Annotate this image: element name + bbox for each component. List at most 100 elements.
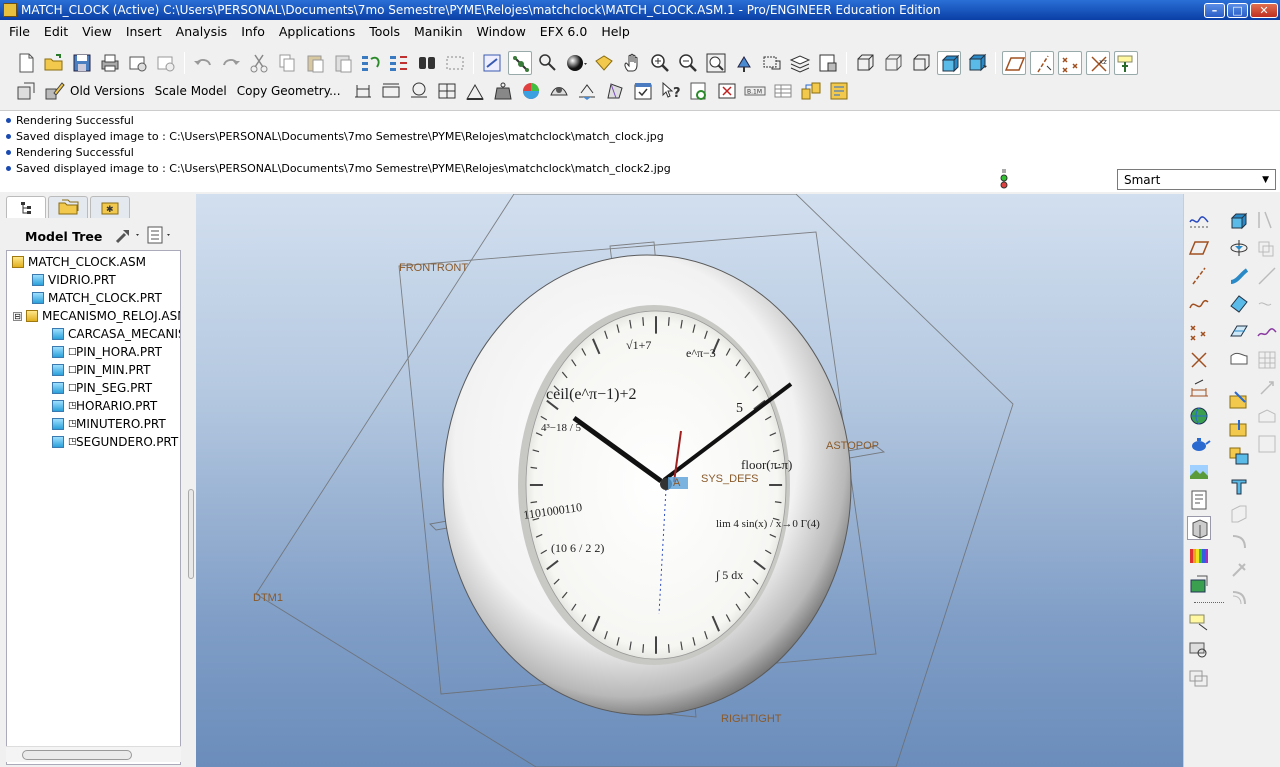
check-box-icon[interactable] <box>631 79 655 103</box>
layers-icon[interactable] <box>788 51 812 75</box>
scrollbar-thumb[interactable] <box>22 750 132 760</box>
analysis-globe-icon[interactable] <box>1187 404 1211 428</box>
close-window-icon[interactable] <box>715 79 739 103</box>
grid-icon[interactable] <box>1255 348 1279 372</box>
send-link-icon[interactable] <box>154 51 178 75</box>
draft-check-icon[interactable] <box>547 79 571 103</box>
redo-icon[interactable] <box>219 51 243 75</box>
refit-icon[interactable] <box>704 51 728 75</box>
freeform-icon[interactable] <box>1255 320 1279 344</box>
tree-node-root[interactable]: MATCH_CLOCK.ASM <box>12 253 146 271</box>
tree-node[interactable]: □ PIN_SEG.PRT <box>52 379 152 397</box>
mass-properties-icon[interactable] <box>463 79 487 103</box>
menu-file[interactable]: File <box>2 21 37 43</box>
right-datum-label[interactable]: RIGHTIGHT <box>721 713 782 725</box>
csys-label[interactable]: SYS_DEFS <box>701 473 758 485</box>
paste-special-icon[interactable] <box>331 51 355 75</box>
horizontal-scrollbar[interactable] <box>6 746 181 762</box>
plane-display-icon[interactable] <box>1002 51 1026 75</box>
regen-manager-icon[interactable] <box>387 51 411 75</box>
clock-model[interactable]: ceil(e^π−1)+2 √1+7 e^π−3 4³−18 / 5 5 flo… <box>442 254 852 716</box>
menu-window[interactable]: Window <box>470 21 533 43</box>
render-icon[interactable] <box>1187 572 1211 596</box>
menu-view[interactable]: View <box>75 21 119 43</box>
scene-icon[interactable] <box>1187 460 1211 484</box>
menu-insert[interactable]: Insert <box>119 21 169 43</box>
measure-toolbar-icon[interactable] <box>1187 376 1211 400</box>
orient-mode-icon[interactable] <box>536 51 560 75</box>
curvature-icon[interactable] <box>519 79 543 103</box>
tree-node[interactable]: MATCH_CLOCK.PRT <box>32 289 162 307</box>
solidify-icon[interactable] <box>1255 404 1279 428</box>
boundary-blend-icon[interactable] <box>1227 320 1251 344</box>
front-datum-label[interactable]: FRONTRONT <box>399 262 468 274</box>
settings-icon[interactable] <box>112 224 144 249</box>
datum-axis-icon[interactable] <box>1187 264 1211 288</box>
show-menu-icon[interactable] <box>144 224 176 249</box>
extend-icon[interactable] <box>1255 264 1279 288</box>
teapot-icon[interactable] <box>1187 432 1211 456</box>
revolve-icon[interactable] <box>1227 236 1251 260</box>
offset-icon[interactable] <box>1227 586 1251 610</box>
color-palette-icon[interactable] <box>1187 544 1211 568</box>
measure-distance-icon[interactable] <box>351 79 375 103</box>
shell-icon[interactable] <box>1227 416 1251 440</box>
whats-this-icon[interactable]: ? <box>659 79 683 103</box>
regen-status-icon[interactable] <box>997 168 1011 190</box>
zoom-out-icon[interactable] <box>676 51 700 75</box>
weight-icon[interactable] <box>491 79 515 103</box>
select-box-icon[interactable] <box>443 51 467 75</box>
chamfer-icon[interactable] <box>1227 530 1251 554</box>
regenerate-icon[interactable] <box>359 51 383 75</box>
reorient-icon[interactable] <box>732 51 756 75</box>
datum-display-icon[interactable] <box>480 51 504 75</box>
extrude-icon[interactable] <box>1227 208 1251 232</box>
model-player-icon[interactable] <box>14 79 38 103</box>
menu-info[interactable]: Info <box>234 21 272 43</box>
tab-model-tree[interactable] <box>6 196 46 218</box>
minimize-button[interactable]: – <box>1204 2 1225 18</box>
project-icon[interactable] <box>1255 432 1279 456</box>
view-manager-icon[interactable] <box>816 51 840 75</box>
render-room-icon[interactable] <box>1187 516 1211 540</box>
new-file-icon[interactable] <box>14 51 38 75</box>
no-hidden-icon[interactable] <box>909 51 933 75</box>
datum-curve-icon[interactable] <box>1187 292 1211 316</box>
spin-center-icon[interactable] <box>508 51 532 75</box>
panel-splitter[interactable] <box>188 489 194 579</box>
shading-sphere-icon[interactable] <box>564 51 588 75</box>
pan-hand-icon[interactable] <box>620 51 644 75</box>
open-folder-icon[interactable] <box>42 51 66 75</box>
family-table-icon[interactable] <box>799 79 823 103</box>
tree-node[interactable]: □ PIN_HORA.PRT <box>52 343 162 361</box>
dtm1-datum-label[interactable]: DTM1 <box>253 592 283 604</box>
wireframe-icon[interactable] <box>853 51 877 75</box>
merge-icon[interactable] <box>1255 236 1279 260</box>
enhanced-realism-icon[interactable] <box>965 51 989 75</box>
style-icon[interactable] <box>1227 348 1251 372</box>
tab-favorites[interactable]: ✱ <box>90 196 130 218</box>
appearance-icon[interactable] <box>592 51 616 75</box>
tree-node[interactable]: ◳ SEGUNDERO.PRT <box>52 433 178 451</box>
axis-label[interactable]: A <box>673 477 681 489</box>
report-icon[interactable] <box>1187 488 1211 512</box>
shade-analysis-icon[interactable] <box>603 79 627 103</box>
measure-length-icon[interactable] <box>379 79 403 103</box>
table-icon[interactable] <box>771 79 795 103</box>
reflection-icon[interactable] <box>575 79 599 103</box>
tab-folder-browser[interactable] <box>48 196 88 218</box>
shaded-icon[interactable] <box>937 51 961 75</box>
tree-node[interactable]: ◳ MINUTERO.PRT <box>52 415 166 433</box>
tree-node[interactable]: ⊟ MECANISMO_RELOJ.ASM <box>13 307 180 325</box>
program-icon[interactable] <box>827 79 851 103</box>
old-versions-button[interactable]: Old Versions <box>70 84 145 98</box>
tree-node[interactable]: VIDRIO.PRT <box>32 271 116 289</box>
blend-icon[interactable] <box>1227 292 1251 316</box>
round-icon[interactable] <box>1227 502 1251 526</box>
sweep-icon[interactable] <box>1227 264 1251 288</box>
point-display-icon[interactable] <box>1058 51 1082 75</box>
copy-geometry-button[interactable]: Copy Geometry... <box>237 84 341 98</box>
draft-icon[interactable] <box>1227 474 1251 498</box>
intersect-icon[interactable] <box>1255 292 1279 316</box>
selection-filter-select[interactable]: Smart ▼ <box>1117 169 1276 190</box>
